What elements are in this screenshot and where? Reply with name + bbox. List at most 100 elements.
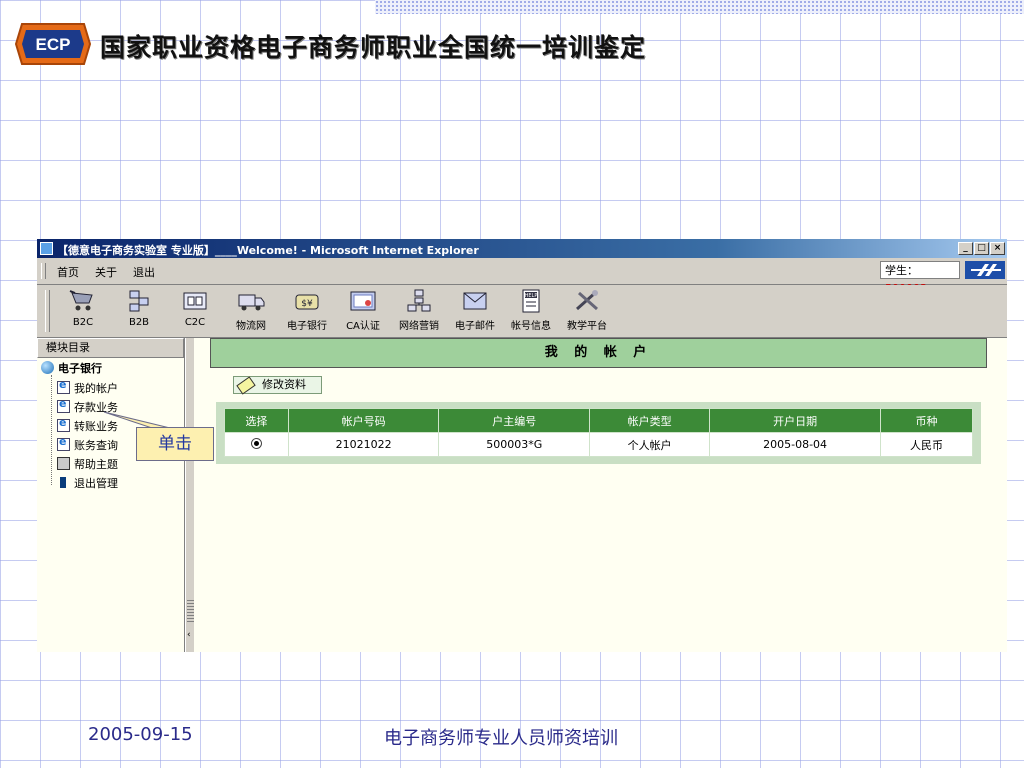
account-radio[interactable] <box>250 438 262 449</box>
org-chart-icon <box>407 289 431 312</box>
certificate-icon <box>350 291 376 311</box>
table-header-row: 选择 帐户号码 户主编号 帐户类型 开户日期 币种 <box>224 408 973 433</box>
sidebar-item-inquiry[interactable]: 账务查询 <box>57 435 118 453</box>
money-icon: $¥ <box>295 294 319 310</box>
footer-date: 2005-09-15 <box>88 724 193 745</box>
tools-icon <box>576 290 598 311</box>
account-type-cell: 个人帐户 <box>589 432 711 457</box>
splitter-grip <box>187 600 194 624</box>
open-date-cell: 2005-08-04 <box>709 432 882 457</box>
collapse-arrow-icon[interactable]: ‹ <box>187 630 191 640</box>
col-header: 选择 <box>224 408 289 433</box>
sidebar-item-transfer[interactable]: 转账业务 <box>57 416 118 434</box>
col-header: 开户日期 <box>709 408 882 433</box>
toolbar-ebank[interactable]: $¥ 电子银行 <box>281 289 333 335</box>
sidebar-item-help[interactable]: 帮助主题 <box>57 456 118 472</box>
sidebar-item-label: 我的帐户 <box>74 382 118 395</box>
col-header: 户主编号 <box>438 408 591 433</box>
sidebar-item-logout[interactable]: 退出管理 <box>57 475 118 491</box>
minimize-button[interactable]: _ <box>958 242 973 255</box>
click-callout: 单击 <box>136 427 214 461</box>
ie-doc-icon <box>57 397 70 413</box>
edit-profile-button[interactable]: 修改资料 <box>233 376 322 395</box>
toolbar-c2c[interactable]: C2C <box>169 289 221 335</box>
toolbar-email[interactable]: 电子邮件 <box>449 289 501 335</box>
svg-text:HELP: HELP <box>525 293 538 299</box>
svg-text:ECP: ECP <box>36 35 71 54</box>
help-book-icon <box>57 457 70 470</box>
account-number-cell: 21021022 <box>287 432 440 457</box>
truck-icon <box>238 294 265 311</box>
toolbar-account-info[interactable]: HELP 帐号信息 <box>505 289 557 335</box>
account-table-panel: 选择 帐户号码 户主编号 帐户类型 开户日期 币种 21021022 50000… <box>216 402 981 464</box>
toolbar-ca[interactable]: CA认证 <box>337 289 389 335</box>
toolbar-marketing-label: 网络营销 <box>399 321 439 332</box>
toolbar-grip <box>45 290 50 332</box>
window-title: 【德意电子商务实验室 专业版】____Welcome! - Microsoft … <box>57 244 479 257</box>
ie-doc-icon <box>57 416 70 432</box>
network-blocks-icon <box>129 290 149 312</box>
col-header: 帐户号码 <box>287 408 440 433</box>
main-content: 我 的 帐 户 修改资料 选择 帐户号码 户主编号 帐户类型 开户日期 币种 2… <box>194 338 1007 652</box>
toolbar-b2c[interactable]: B2C <box>57 289 109 335</box>
student-id-box: 学生：500003 <box>880 261 960 295</box>
ie-app-icon <box>40 242 53 255</box>
account-table: 选择 帐户号码 户主编号 帐户类型 开户日期 币种 21021022 50000… <box>224 408 973 457</box>
toolbar-ca-label: CA认证 <box>346 321 380 332</box>
ie-doc-icon <box>57 378 70 394</box>
brand-logo-icon <box>965 261 1005 279</box>
menubar-grip <box>41 263 46 279</box>
sidebar-item-label: 账务查询 <box>74 439 118 452</box>
sidebar-root-label: 电子银行 <box>58 362 102 375</box>
maximize-button[interactable]: □ <box>974 242 989 255</box>
mail-icon <box>463 292 487 310</box>
menu-home[interactable]: 首页 <box>57 264 79 280</box>
toolbar-b2b-label: B2B <box>128 317 150 328</box>
owner-id-cell: 500003*G <box>438 432 591 457</box>
toolbar-b2b[interactable]: B2B <box>113 289 165 335</box>
page-title: 我 的 帐 户 <box>210 338 987 368</box>
toolbar-b2c-label: B2C <box>72 317 94 328</box>
sidebar-item-deposit[interactable]: 存款业务 <box>57 397 118 415</box>
globe-search-icon <box>41 361 54 374</box>
toolbar-account-info-label: 帐号信息 <box>511 321 551 332</box>
sidebar-item-my-account[interactable]: 我的帐户 <box>57 378 118 396</box>
help-doc-icon: HELP <box>522 289 540 313</box>
toolbar-email-label: 电子邮件 <box>455 321 495 332</box>
table-row: 21021022 500003*G 个人帐户 2005-08-04 人民币 <box>224 432 973 457</box>
edit-profile-label: 修改资料 <box>262 378 306 391</box>
toolbar-teaching[interactable]: 教学平台 <box>561 289 613 335</box>
shopping-cart-icon <box>69 290 93 311</box>
slide-top-band <box>375 0 1024 14</box>
menu-exit[interactable]: 退出 <box>133 264 155 280</box>
menu-about[interactable]: 关于 <box>95 264 117 280</box>
footer-title: 电子商务师专业人员师资培训 <box>384 728 618 749</box>
sidebar-item-label: 转账业务 <box>74 420 118 433</box>
exchange-icon <box>183 292 207 310</box>
slide-title: 国家职业资格电子商务师职业全国统一培训鉴定 <box>100 33 647 62</box>
sidebar-root-ebank[interactable]: 电子银行 <box>41 360 102 376</box>
col-header: 帐户类型 <box>589 408 711 433</box>
sidebar-header: 模块目录 <box>37 338 184 358</box>
exit-door-icon <box>57 476 70 489</box>
toolbar-marketing[interactable]: 网络营销 <box>393 289 445 335</box>
pencil-icon <box>236 376 256 395</box>
toolbar-logistics-label: 物流网 <box>236 321 266 332</box>
currency-cell: 人民币 <box>880 432 973 457</box>
module-toolbar: B2C B2B C2C 物流网 $¥ 电子银行 CA认证 网络营销 电子邮件 H… <box>37 285 1007 338</box>
sidebar-item-label: 退出管理 <box>74 477 118 490</box>
toolbar-c2c-label: C2C <box>184 317 206 328</box>
ie-doc-icon <box>57 435 70 451</box>
toolbar-logistics[interactable]: 物流网 <box>225 289 277 335</box>
toolbar-teaching-label: 教学平台 <box>567 321 607 332</box>
toolbar-ebank-label: 电子银行 <box>287 321 327 332</box>
module-sidebar: 模块目录 电子银行 我的帐户 存款业务 转账业务 账务查询 帮助主题 退出管理 <box>37 338 185 652</box>
col-header: 币种 <box>880 408 973 433</box>
app-menu-bar: 首页 关于 退出 学生：500003 <box>37 258 1007 295</box>
close-button[interactable]: × <box>990 242 1005 255</box>
select-cell <box>224 432 289 457</box>
sidebar-item-label: 存款业务 <box>74 401 118 414</box>
browser-title-bar: 【德意电子商务实验室 专业版】____Welcome! - Microsoft … <box>37 239 1007 258</box>
ecp-logo: ECP <box>14 23 92 65</box>
student-label: 学生： <box>885 264 918 277</box>
